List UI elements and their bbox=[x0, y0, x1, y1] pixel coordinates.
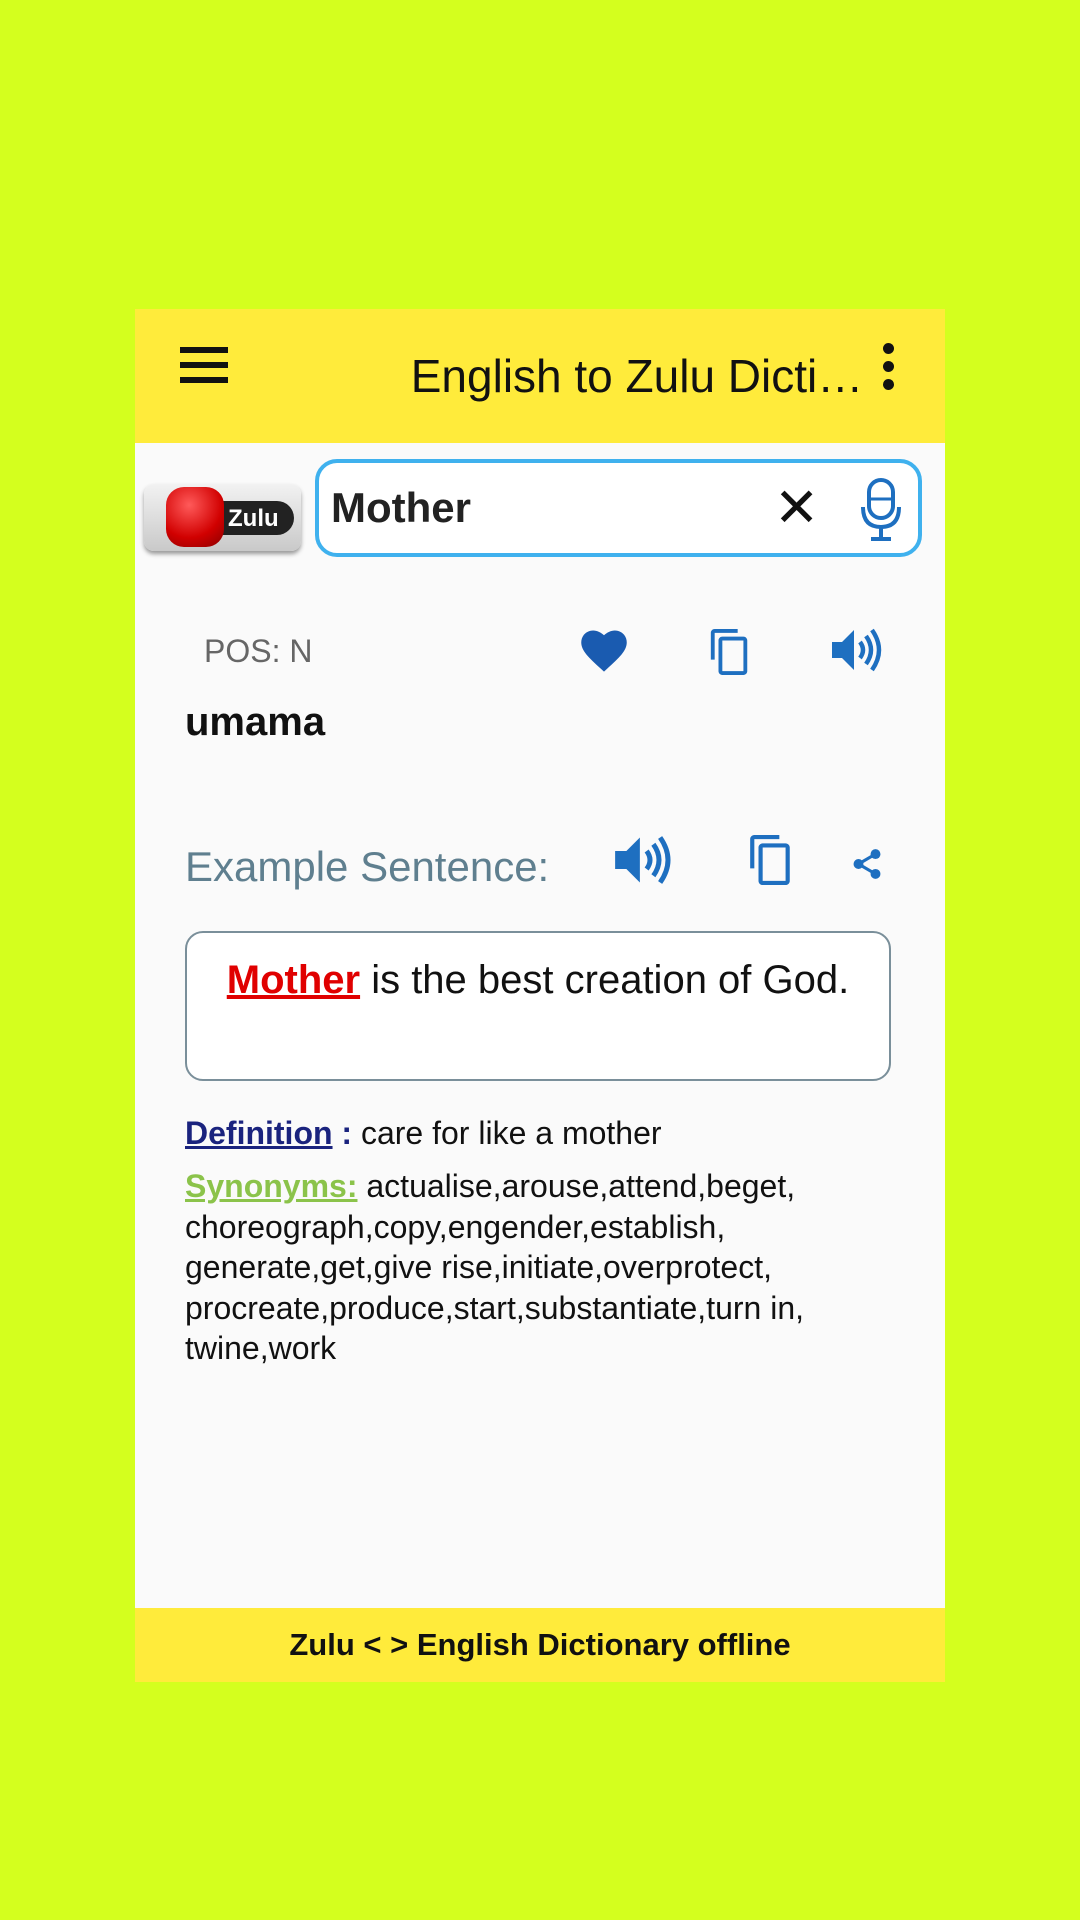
copy-icon[interactable] bbox=[707, 627, 753, 677]
definition-label: Definition bbox=[185, 1115, 333, 1151]
example-sentence-box: Mother is the best creation of God. bbox=[185, 931, 891, 1081]
search-box: ✕ bbox=[315, 459, 922, 557]
example-speaker-icon[interactable] bbox=[610, 833, 672, 887]
hamburger-menu-button[interactable] bbox=[180, 347, 228, 383]
synonyms-label: Synonyms: bbox=[185, 1168, 358, 1204]
part-of-speech: POS: N bbox=[204, 633, 313, 669]
example-copy-icon[interactable] bbox=[746, 832, 796, 888]
footer-banner[interactable]: Zulu < > English Dictionary offline bbox=[135, 1608, 945, 1682]
synonyms: Synonyms: actualise,arouse,attend,beget,… bbox=[185, 1166, 905, 1369]
highlighted-word: Mother bbox=[226, 958, 361, 1002]
example-sentence-label: Example Sentence: bbox=[185, 843, 550, 890]
definition: Definition : care for like a mother bbox=[185, 1115, 905, 1152]
definition-separator: : bbox=[332, 1115, 353, 1151]
search-input[interactable] bbox=[331, 477, 751, 539]
example-sentence-text: is the best creation of God. bbox=[360, 958, 850, 1002]
close-icon[interactable]: ✕ bbox=[774, 479, 819, 537]
logo-text: Zulu bbox=[228, 505, 279, 532]
mic-icon[interactable] bbox=[859, 477, 903, 543]
speaker-icon[interactable] bbox=[828, 626, 882, 674]
heart-icon[interactable] bbox=[578, 626, 630, 674]
app-title: English to Zulu Dicti… bbox=[410, 350, 864, 402]
share-icon[interactable] bbox=[850, 846, 884, 882]
logo-red-button bbox=[166, 487, 224, 547]
more-options-button[interactable] bbox=[883, 343, 897, 397]
definition-text: care for like a mother bbox=[352, 1115, 662, 1151]
app-bar: English to Zulu Dicti… bbox=[135, 309, 945, 443]
translation-text: umama bbox=[185, 700, 326, 744]
language-toggle-logo[interactable]: Zulu bbox=[144, 484, 301, 551]
